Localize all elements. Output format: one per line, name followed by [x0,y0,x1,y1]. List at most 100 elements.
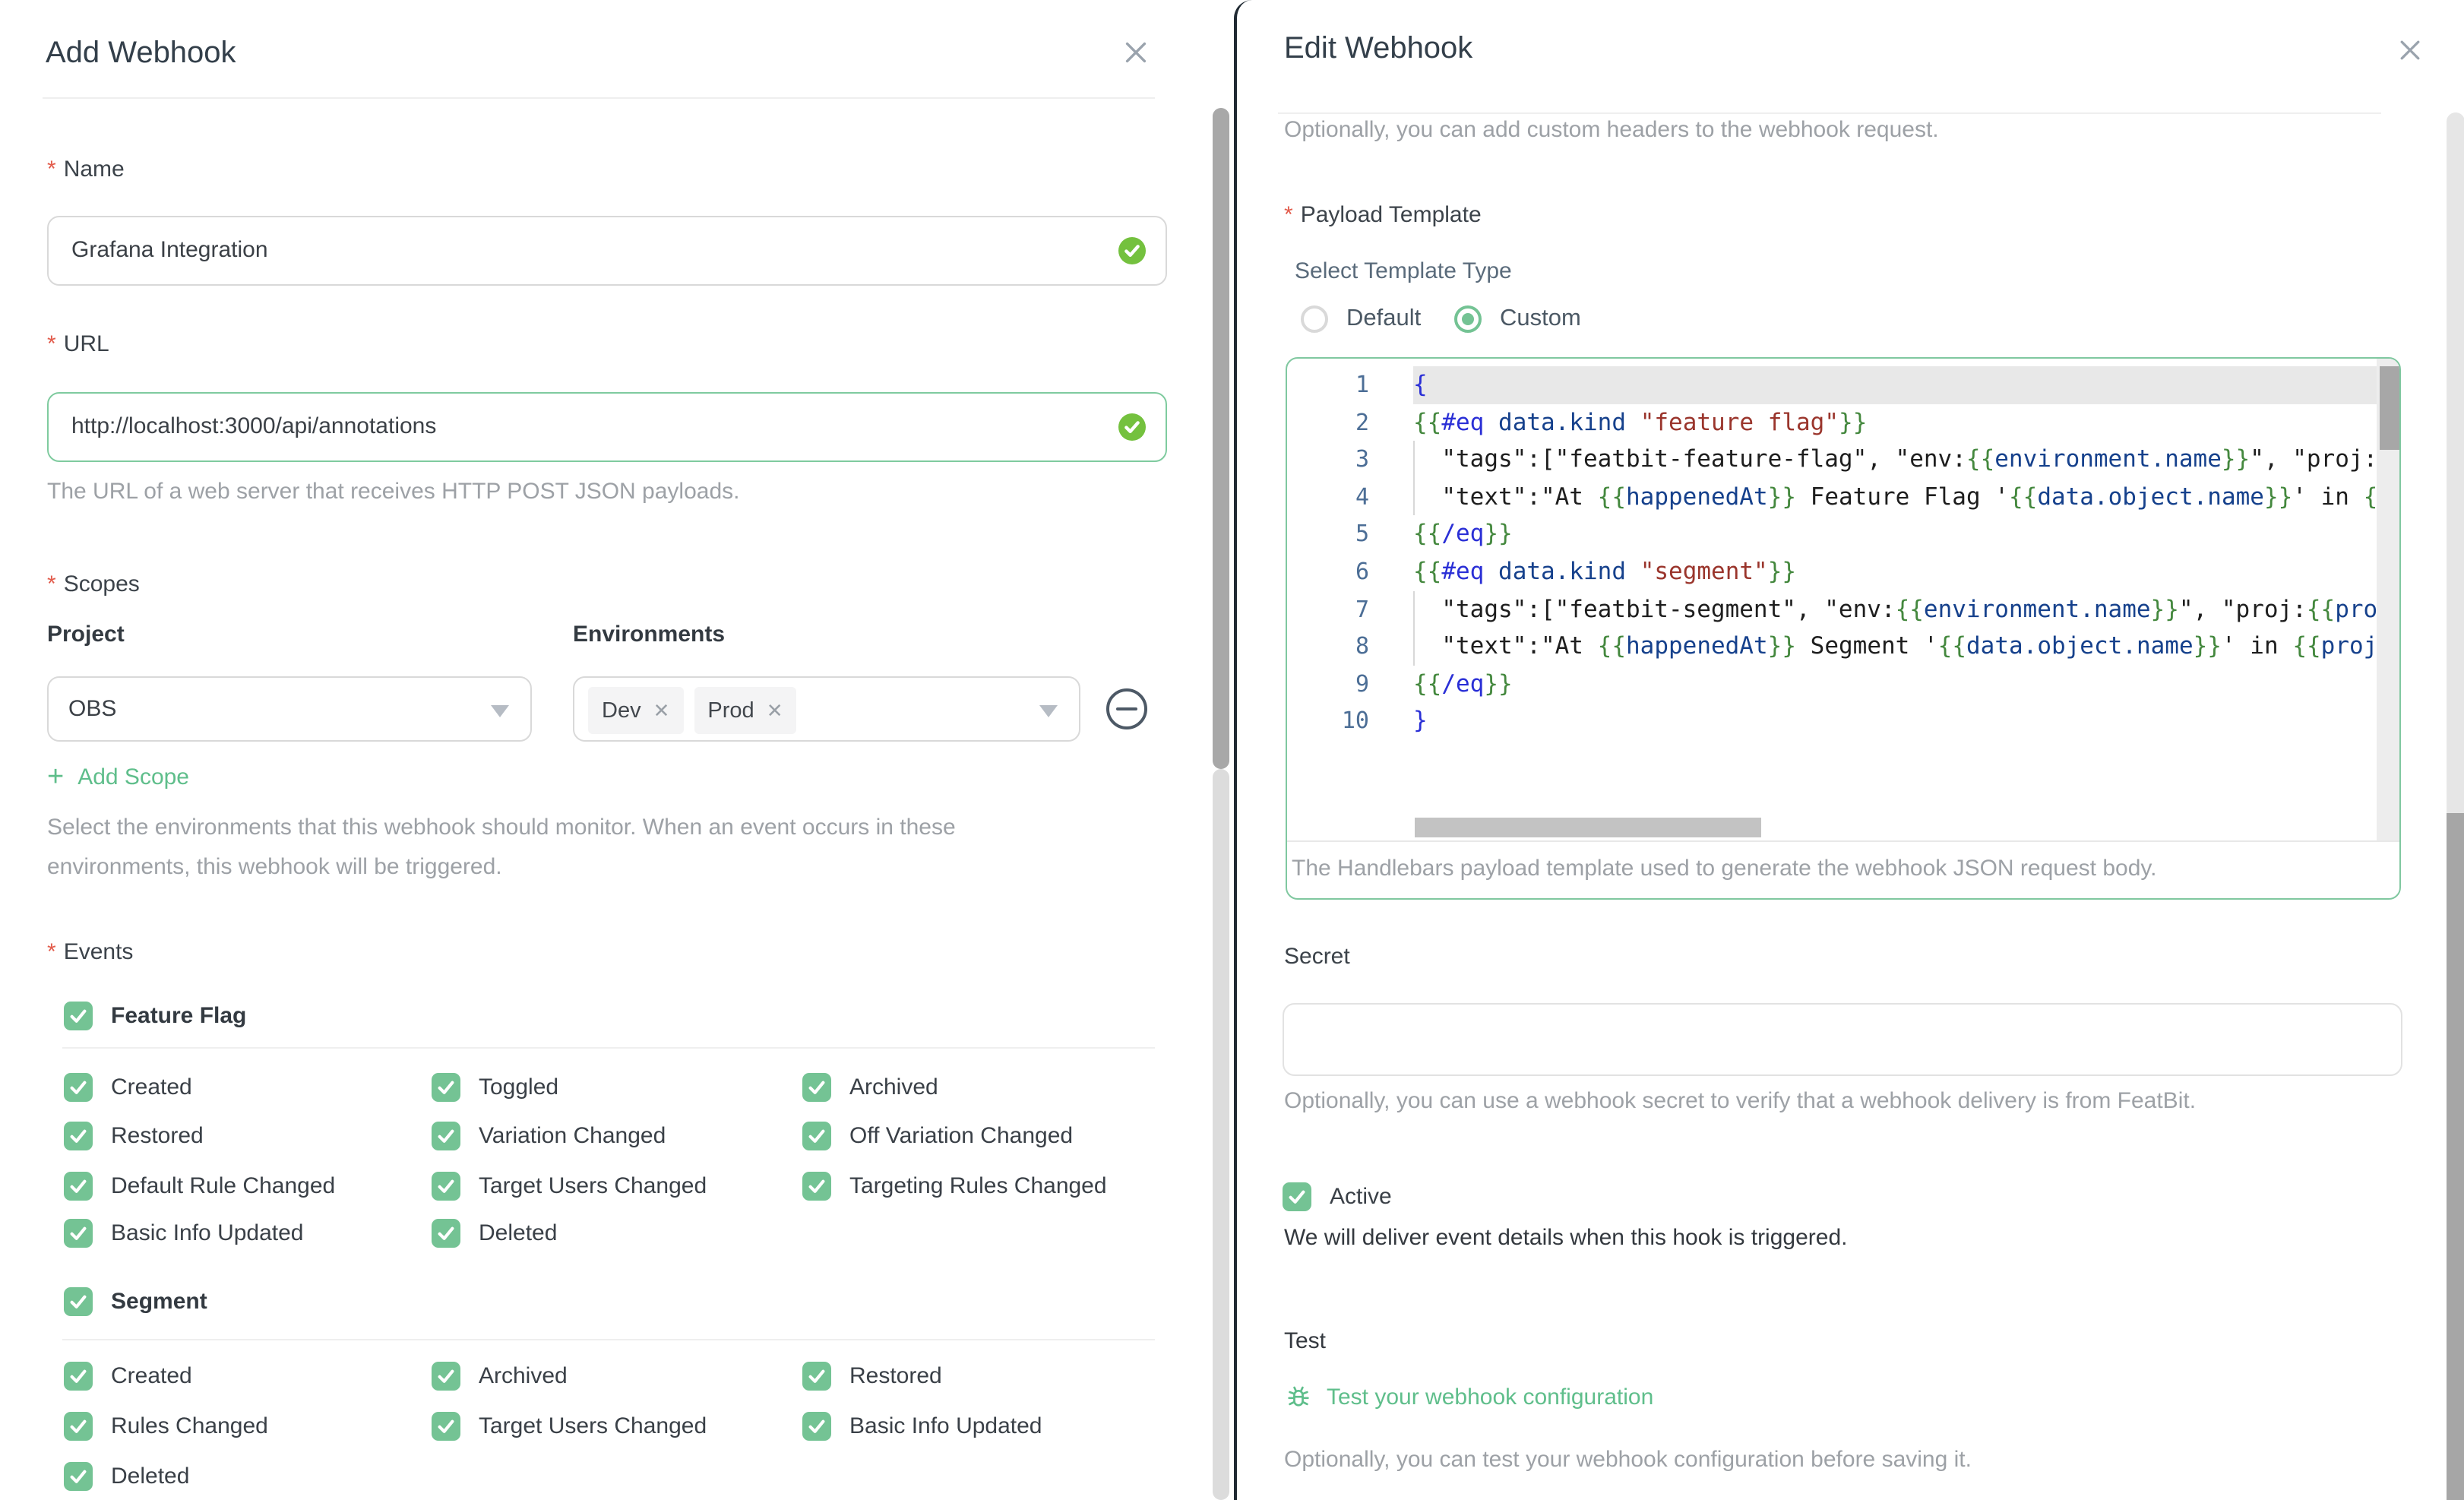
project-select-value: OBS [68,696,117,722]
event-checkbox-label: Targeting Rules Changed [849,1173,1107,1199]
event-checkbox[interactable] [802,1362,831,1391]
event-checkbox-label: Created [111,1074,192,1100]
event-checkbox-label: Target Users Changed [479,1413,707,1439]
code-line: "text":"At {{happenedAt}} Feature Flag '… [1413,483,2377,511]
close-icon[interactable] [1118,35,1152,68]
line-number: 3 [1355,445,1369,473]
page-scrollbar-thumb[interactable] [2447,813,2464,1500]
event-group-label: Segment [111,1289,207,1315]
required-asterisk: * [47,331,56,357]
left-modal-scrollbar-thumb[interactable] [1213,108,1229,769]
event-checkbox-label: Restored [111,1123,204,1149]
events-label: * Events [47,939,134,965]
event-checkbox[interactable] [64,1172,93,1201]
event-checkbox-label: Default Rule Changed [111,1173,336,1199]
event-checkbox-label: Target Users Changed [479,1173,707,1199]
payload-template-help-text: The Handlebars payload template used to … [1292,856,2157,881]
code-line: { [1413,371,1428,398]
header-divider [43,97,1155,99]
event-checkbox[interactable] [802,1073,831,1102]
event-checkbox[interactable] [432,1362,460,1391]
active-label: Active [1330,1184,1392,1210]
event-group-checkbox[interactable] [64,1287,93,1316]
event-checkbox[interactable] [64,1362,93,1391]
code-line: "tags":["featbit-feature-flag", "env:{{e… [1413,445,2377,473]
left-modal-scrollbar-track[interactable] [1213,769,1229,1500]
template-type-label: Select Template Type [1295,258,1512,284]
code-line: {{#eq data.kind "segment"}} [1413,558,1797,585]
code-line: } [1413,707,1428,735]
bug-icon [1284,1383,1313,1412]
editor-scroll-divider [1287,840,2399,842]
close-icon[interactable] [2393,33,2427,67]
environment-tag[interactable]: Prod ✕ [694,687,797,734]
event-checkbox[interactable] [64,1073,93,1102]
event-checkbox[interactable] [64,1219,93,1248]
event-checkbox[interactable] [802,1122,831,1150]
line-number: 8 [1355,632,1369,660]
radio-default-label[interactable]: Default [1346,305,1421,333]
line-number: 2 [1355,408,1369,436]
environment-tag-label: Prod [707,698,754,723]
event-checkbox-label: Off Variation Changed [849,1123,1074,1149]
scopes-help-text: Select the environments that this webhoo… [47,815,956,879]
project-column-label: Project [47,622,125,647]
line-number: 1 [1355,371,1369,398]
remove-tag-icon[interactable]: ✕ [767,698,783,723]
remove-scope-button[interactable] [1105,687,1149,731]
event-checkbox[interactable] [64,1462,93,1491]
webhook-modals-screen: Add Webhook * Name Grafana Integration * U… [0,0,2464,1500]
active-checkbox[interactable] [1283,1182,1311,1211]
line-number: 5 [1355,520,1369,548]
event-checkbox[interactable] [64,1122,93,1150]
event-checkbox[interactable] [432,1122,460,1150]
environments-column-label: Environments [573,622,726,647]
url-input[interactable]: http://localhost:3000/api/annotations [47,392,1167,462]
header-divider [1278,112,2381,114]
secret-label: Secret [1284,944,1350,970]
remove-tag-icon[interactable]: ✕ [653,698,670,723]
active-note: We will deliver event details when this … [1284,1225,1848,1251]
radio-custom-label[interactable]: Custom [1500,305,1581,333]
valid-check-icon [1118,237,1146,271]
add-scope-button[interactable]: + Add Scope [47,763,189,792]
event-checkbox-label: Deleted [479,1220,558,1246]
editor-vertical-scrollbar-thumb[interactable] [2380,366,2399,450]
required-asterisk: * [47,157,56,182]
plus-icon: + [47,761,65,793]
event-checkbox[interactable] [432,1073,460,1102]
radio-custom[interactable] [1454,305,1482,333]
event-checkbox-label: Archived [479,1363,568,1389]
event-checkbox[interactable] [432,1219,460,1248]
environment-tag[interactable]: Dev ✕ [588,687,684,734]
event-checkbox[interactable] [802,1172,831,1201]
edit-webhook-title: Edit Webhook [1284,32,1473,65]
event-checkbox-label: Rules Changed [111,1413,268,1439]
event-checkbox-label: Created [111,1363,192,1389]
event-checkbox[interactable] [64,1412,93,1441]
environment-tag-list: Dev ✕ Prod ✕ [588,687,808,734]
url-help-text: The URL of a web server that receives HT… [47,479,740,505]
event-checkbox-label: Toggled [479,1074,559,1100]
event-checkbox-label: Restored [849,1363,942,1389]
event-checkbox[interactable] [432,1172,460,1201]
required-asterisk: * [1284,202,1293,228]
editor-horizontal-scrollbar-thumb[interactable] [1415,818,1761,837]
test-help-text: Optionally, you can test your webhook co… [1284,1447,1972,1473]
project-select[interactable]: OBS [47,676,532,742]
event-group-checkbox[interactable] [64,1002,93,1030]
secret-input[interactable] [1283,1003,2402,1076]
event-checkbox[interactable] [802,1412,831,1441]
test-webhook-link[interactable]: Test your webhook configuration [1284,1383,1653,1412]
payload-template-code-editor[interactable]: 1 2 3 4 5 6 7 8 9 10 {{{#eq data.kind "feature fl… [1286,357,2401,900]
radio-default[interactable] [1301,305,1328,333]
environments-select[interactable]: Dev ✕ Prod ✕ [573,676,1080,742]
event-checkbox[interactable] [432,1412,460,1441]
event-checkbox-label: Deleted [111,1464,190,1489]
test-webhook-link-label: Test your webhook configuration [1327,1384,1654,1410]
event-group-label: Feature Flag [111,1003,247,1029]
line-number: 4 [1355,483,1369,511]
line-number: 9 [1355,669,1369,698]
name-input[interactable]: Grafana Integration [47,216,1167,286]
add-webhook-title: Add Webhook [46,36,236,70]
